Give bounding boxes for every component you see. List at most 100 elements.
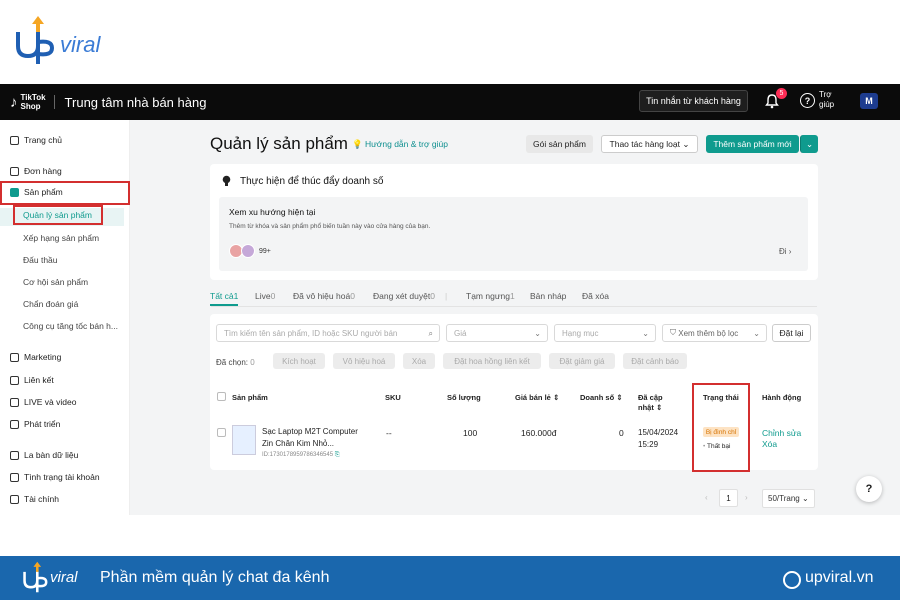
sidebar-sub-product-ranking[interactable]: Xếp hạng sản phẩm [23, 233, 99, 243]
shop-avatar[interactable]: M [860, 93, 878, 109]
price-filter[interactable]: Giá ⌄ [446, 324, 548, 342]
tab-all[interactable]: Tất cả1 [210, 291, 238, 301]
col-sales[interactable]: Doanh số ⇕ [580, 393, 623, 402]
col-retail-price[interactable]: Giá bán lẻ ⇕ [515, 393, 559, 402]
sidebar-sub-product-opportunities[interactable]: Cơ hội sản phẩm [23, 277, 88, 287]
next-page-icon[interactable]: › [745, 493, 748, 502]
help-label[interactable]: Trợ giúp [819, 90, 839, 110]
page-current[interactable]: 1 [719, 489, 738, 507]
active-tab-indicator [210, 304, 238, 306]
tab-count: 1 [233, 291, 239, 301]
col-updated[interactable]: Đã cập nhật ⇕ [638, 393, 678, 413]
price-placeholder: Giá [454, 328, 467, 338]
go-label: Đi [779, 247, 787, 256]
product-name-line1[interactable]: Sạc Laptop M2T Computer [262, 427, 358, 436]
set-affiliate-commission-button[interactable]: Đặt hoa hồng liên kết [443, 353, 541, 369]
tab-label: Đã vô hiệu hoá [293, 291, 351, 301]
sidebar-sub-sales-accelerator[interactable]: Công cụ tăng tốc bán h... [23, 321, 118, 331]
delete-bulk-button[interactable]: Xóa [403, 353, 435, 369]
reset-button[interactable]: Đặt lại [772, 324, 811, 342]
sidebar-item-marketing[interactable]: Marketing [10, 352, 61, 362]
promo-title: Thực hiện để thúc đẩy doanh số [240, 176, 384, 187]
col-actions: Hành động [762, 393, 802, 402]
chevron-down-icon: ⌄ [801, 494, 809, 503]
row-checkbox[interactable] [217, 428, 226, 437]
sidebar-item-label: Phát triển [24, 419, 61, 429]
category-filter[interactable]: Hạng mục ⌄ [554, 324, 656, 342]
sidebar-item-affiliate[interactable]: Liên kết [10, 375, 54, 385]
tab-live[interactable]: Live0 [255, 291, 275, 301]
selected-text: Đã chọn: [216, 358, 249, 367]
set-discount-button[interactable]: Đặt giảm giá [549, 353, 615, 369]
floating-help-button[interactable]: ? [856, 476, 882, 502]
sidebar-item-finance[interactable]: Tài chính [10, 494, 59, 504]
prev-page-icon[interactable]: ‹ [705, 493, 708, 502]
activate-button[interactable]: Kích hoạt [273, 353, 325, 369]
highlight-box-products [0, 181, 130, 205]
delete-link[interactable]: Xóa [762, 439, 777, 449]
globe-icon [783, 571, 801, 589]
bulb-icon [222, 175, 231, 186]
orders-icon [10, 166, 19, 176]
header-divider [53, 95, 55, 109]
highlight-box-manage-products [13, 205, 103, 225]
col-quantity[interactable]: Số lượng [447, 393, 481, 402]
filter-icon: ⛉ [670, 328, 679, 337]
tab-count: 0 [270, 291, 276, 301]
wallet-icon [10, 494, 19, 504]
sidebar-item-growth[interactable]: Phát triển [10, 419, 60, 429]
tab-disabled[interactable]: Đã vô hiệu hoá0 [293, 291, 355, 301]
product-thumbnail[interactable] [232, 425, 256, 455]
col-sku: SKU [385, 393, 401, 402]
logo-text: viral [60, 32, 101, 57]
notification-badge: 5 [776, 88, 787, 99]
sidebar-sub-price-diagnosis[interactable]: Chẩn đoán giá [23, 299, 78, 309]
search-input[interactable]: Tìm kiếm tên sản phẩm, ID hoặc SKU người… [216, 324, 440, 342]
tab-label: Tất cả [210, 291, 234, 301]
bulk-actions-button[interactable]: Thao tác hàng loạt ⌄ [601, 135, 698, 153]
product-id-text: ID:1730178959786346545 [262, 452, 334, 458]
customer-messages-button[interactable]: Tin nhắn từ khách hàng [639, 90, 748, 112]
more-filters[interactable]: ⛉ Xem thêm bộ lọc ⌄ [662, 324, 767, 342]
sidebar-item-live-video[interactable]: LIVE và video [10, 397, 76, 407]
bulk-actions-label: Thao tác hàng loạt [609, 139, 680, 149]
tiktok-shop-logo[interactable]: ♪ TikTok Shop [10, 93, 46, 111]
help-icon[interactable]: ? [800, 93, 815, 108]
add-product-button[interactable]: Thêm sản phẩm mới [706, 135, 799, 153]
sidebar-item-label: Marketing [24, 352, 62, 362]
sku-value: -- [386, 428, 392, 438]
users-icon [10, 375, 19, 385]
sidebar-item-orders[interactable]: Đơn hàng [10, 166, 62, 176]
page: viral ♪ TikTok Shop Trung tâm nhà bán hà… [0, 0, 900, 600]
tab-reviewing[interactable]: Đang xét duyệt0 [373, 291, 435, 301]
tab-label: Đang xét duyệt [373, 291, 431, 301]
tab-count: 0 [350, 291, 355, 301]
tab-suspended[interactable]: Tạm ngưng1 [466, 291, 515, 301]
add-product-dropdown[interactable]: ⌄ [800, 135, 818, 153]
go-link[interactable]: Đi › [779, 247, 791, 256]
sidebar-item-home[interactable]: Trang chủ [10, 135, 62, 145]
product-bundle-button[interactable]: Gói sản phẩm [526, 135, 593, 153]
upviral-logo: viral [14, 14, 100, 66]
sidebar-sub-bidding[interactable]: Đấu thầu [23, 255, 58, 265]
page-size-select[interactable]: 50/Trang ⌄ [762, 489, 815, 508]
select-all-checkbox[interactable] [217, 392, 226, 401]
brand-header: viral [0, 0, 900, 84]
sidebar-item-data-compass[interactable]: La bàn dữ liệu [10, 450, 78, 460]
edit-link[interactable]: Chỉnh sửa [762, 428, 801, 438]
updated-date: 15/04/2024 [638, 428, 679, 437]
footer-website[interactable]: upviral.vn [805, 569, 873, 587]
tab-drafts[interactable]: Bản nháp [530, 291, 566, 301]
product-name-line2[interactable]: Zin Chân Kim Nhỏ... [262, 439, 334, 448]
selected-label: Đã chọn: 0 [216, 358, 255, 367]
sidebar-item-label: LIVE và video [24, 397, 77, 407]
sort-icon: ⇕ [552, 393, 560, 402]
tab-deleted[interactable]: Đã xóa [582, 291, 609, 301]
set-alert-button[interactable]: Đặt cảnh báo [623, 353, 687, 369]
chevron-down-icon: ⌄ [805, 138, 814, 149]
selected-count: 0 [250, 358, 255, 367]
copy-icon[interactable]: ⎘ [335, 452, 340, 458]
sidebar-item-account-health[interactable]: Tình trạng tài khoản [10, 472, 100, 482]
disable-button[interactable]: Vô hiệu hoá [333, 353, 395, 369]
guide-link[interactable]: 💡 Hướng dẫn & trợ giúp [352, 139, 448, 150]
